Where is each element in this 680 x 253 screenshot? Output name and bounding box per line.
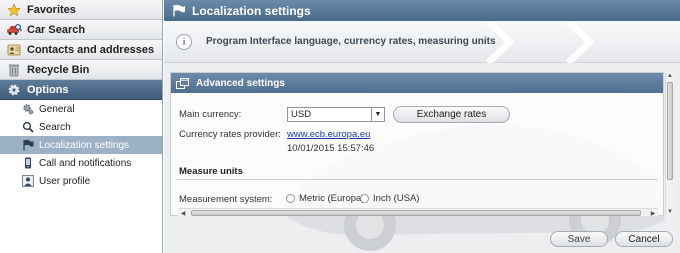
advanced-settings-panel: Advanced settings Main currency: USD ▼ E… [170, 72, 664, 217]
sidebar-item-favorites[interactable]: Favorites [0, 0, 162, 20]
horizontal-scrollbar[interactable]: ◀ ▶ [178, 208, 658, 217]
scroll-down-icon[interactable]: ▼ [666, 208, 674, 216]
sidebar-item-label: User profile [39, 175, 91, 187]
sidebar: Favorites Car Search Contacts and addres… [0, 0, 163, 253]
exchange-rates-button[interactable]: Exchange rates [393, 106, 510, 123]
user-profile-icon [22, 175, 34, 187]
windows-icon [176, 77, 189, 89]
radio-inch[interactable]: Inch (USA) [360, 193, 419, 204]
radio-label: Metric (Europa) [299, 193, 365, 204]
page-title-bar: Localization settings [164, 0, 680, 21]
sidebar-item-label: Search [39, 121, 71, 133]
sidebar-item-car-search[interactable]: Car Search [0, 20, 162, 40]
divider [177, 179, 657, 180]
sidebar-item-localization-settings[interactable]: Localization settings [0, 136, 162, 154]
provider-link[interactable]: www.ecb.europa.eu [287, 129, 370, 140]
car-search-icon [6, 23, 22, 37]
sidebar-item-label: Car Search [27, 23, 86, 36]
main-currency-label: Main currency: [179, 109, 242, 120]
star-icon [6, 2, 22, 17]
info-bar: i Program Interface language, currency r… [164, 21, 680, 63]
sidebar-item-label: General [39, 103, 75, 115]
chevron-decoration-icon [565, 21, 596, 63]
sidebar-item-call-and-notifications[interactable]: Call and notifications [0, 154, 162, 172]
radio-label: Inch (USA) [373, 193, 420, 204]
chevron-decoration-icon [485, 21, 516, 63]
panel-title: Advanced settings [196, 77, 285, 89]
sidebar-item-label: Recycle Bin [27, 63, 90, 76]
panel-header: Advanced settings [171, 73, 663, 93]
info-text: Program Interface language, currency rat… [206, 36, 496, 47]
flag-icon [172, 4, 186, 17]
main-currency-value: USD [291, 109, 312, 120]
provider-timestamp: 10/01/2015 15:57:46 [287, 143, 375, 154]
options-gear-icon [6, 83, 22, 97]
magnifier-icon [22, 121, 34, 133]
sidebar-item-user-profile[interactable]: User profile [0, 172, 162, 190]
scroll-left-icon[interactable]: ◀ [179, 209, 187, 217]
contacts-icon [6, 43, 22, 57]
sidebar-item-recycle-bin[interactable]: Recycle Bin [0, 60, 162, 80]
cancel-button[interactable]: Cancel [615, 231, 673, 247]
scroll-up-icon[interactable]: ▲ [666, 72, 674, 80]
sidebar-item-contacts[interactable]: Contacts and addresses [0, 40, 162, 60]
vertical-scrollbar[interactable]: ▲ ▼ [665, 72, 674, 216]
provider-label: Currency rates provider: [179, 129, 281, 140]
page-title: Localization settings [192, 3, 311, 18]
measurement-system-label: Measurement system: [179, 194, 273, 205]
sidebar-item-label: Localization settings [39, 139, 130, 151]
sidebar-item-label: Contacts and addresses [27, 43, 155, 56]
scrollbar-thumb[interactable] [667, 82, 673, 180]
flag-icon [22, 139, 34, 151]
recycle-bin-icon [6, 63, 22, 77]
info-icon: i [176, 33, 192, 50]
sidebar-item-label: Call and notifications [39, 157, 132, 169]
sidebar-item-label: Favorites [27, 3, 76, 16]
chevron-down-icon[interactable]: ▼ [371, 108, 384, 121]
scroll-right-icon[interactable]: ▶ [649, 209, 657, 217]
radio-button[interactable] [286, 194, 295, 203]
gears-icon [22, 103, 34, 115]
phone-icon [22, 157, 34, 169]
main-area: Localization settings i Program Interfac… [164, 0, 680, 253]
measure-units-heading: Measure units [179, 166, 243, 177]
sidebar-item-label: Options [27, 83, 69, 96]
sidebar-item-options[interactable]: Options [0, 80, 162, 100]
sidebar-item-general[interactable]: General [0, 100, 162, 118]
radio-metric[interactable]: Metric (Europa) [286, 193, 364, 204]
save-button[interactable]: Save [550, 231, 608, 247]
sidebar-item-search[interactable]: Search [0, 118, 162, 136]
radio-button[interactable] [360, 194, 369, 203]
scrollbar-thumb[interactable] [191, 210, 641, 216]
main-currency-select[interactable]: USD ▼ [287, 107, 385, 122]
